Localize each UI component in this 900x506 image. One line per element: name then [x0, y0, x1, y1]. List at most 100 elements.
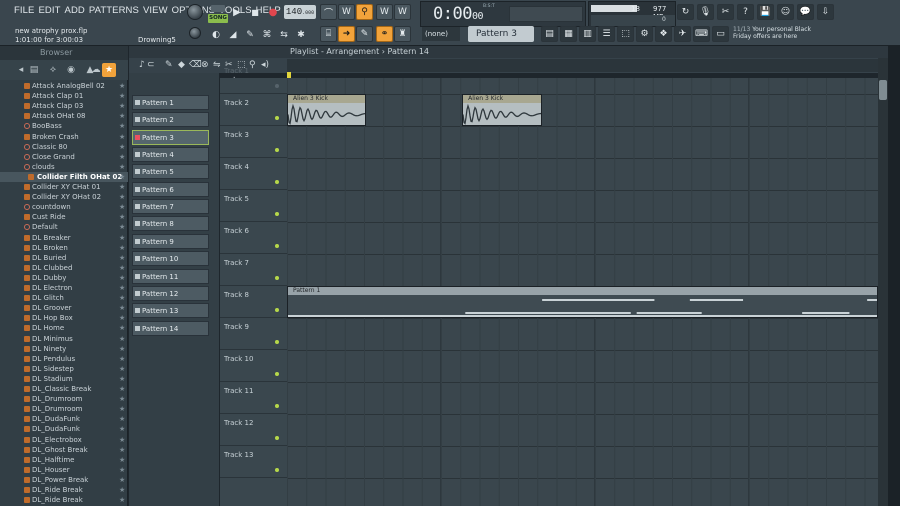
pattern-clip[interactable]: Pattern 1 [287, 286, 878, 318]
browser-item[interactable]: DL Sidestep ★ [0, 364, 128, 374]
favorite-star-icon[interactable]: ★ [119, 435, 125, 445]
browser-item[interactable]: DL Electron ★ [0, 283, 128, 293]
pattern-item[interactable]: Pattern 13 [132, 303, 209, 319]
menu-edit[interactable]: EDIT [38, 5, 60, 19]
snap-3-icon[interactable]: ⚲ [356, 4, 373, 20]
track-enable-indicator[interactable] [275, 436, 279, 440]
browser-item[interactable]: Collider XY CHat 01 ★ [0, 182, 128, 192]
download-icon[interactable]: ⇩ [817, 4, 834, 20]
track-enable-indicator[interactable] [275, 372, 279, 376]
favorite-star-icon[interactable]: ★ [119, 222, 125, 232]
track-header[interactable]: Track 1 [220, 62, 287, 94]
track-header[interactable]: Track 10 [220, 350, 287, 382]
countdown-icon[interactable]: ◢ [226, 28, 240, 42]
track-enable-indicator[interactable] [275, 468, 279, 472]
favorite-star-icon[interactable]: ★ [119, 233, 125, 243]
favorite-star-icon[interactable]: ★ [119, 445, 125, 455]
undo-icon[interactable]: ↻ [677, 4, 694, 20]
browser-item[interactable]: DL Hop Box ★ [0, 313, 128, 323]
favorite-star-icon[interactable]: ★ [119, 81, 125, 91]
favorite-star-icon[interactable]: ★ [119, 243, 125, 253]
track-enable-indicator[interactable] [275, 340, 279, 344]
track-header[interactable]: Track 2 [220, 94, 287, 126]
pattern-selector[interactable]: Pattern 3 [468, 26, 534, 42]
favorite-star-icon[interactable]: ★ [119, 344, 125, 354]
track-enable-indicator[interactable] [275, 244, 279, 248]
touch-keyboard-icon[interactable]: ⌨ [693, 26, 710, 42]
favorite-star-icon[interactable]: ★ [119, 404, 125, 414]
pattern-item[interactable]: Pattern 12 [132, 285, 209, 301]
save-icon[interactable]: 💾 [757, 4, 774, 20]
track-header[interactable]: Track 6 [220, 222, 287, 254]
arrow-right-icon[interactable]: ➜ [338, 26, 355, 42]
song-mode-button[interactable]: SONG [208, 14, 228, 23]
favorite-star-icon[interactable]: ★ [119, 475, 125, 485]
pattern-item[interactable]: Pattern 9 [132, 233, 209, 249]
favorite-star-icon[interactable]: ★ [119, 172, 125, 182]
loop-record-icon[interactable]: ⇆ [277, 28, 291, 42]
pencil-icon[interactable]: ✎ [165, 58, 173, 73]
step-edit-icon[interactable]: ⌘ [260, 28, 274, 42]
browser-item[interactable]: DL Broken ★ [0, 243, 128, 253]
favorite-star-icon[interactable]: ★ [119, 313, 125, 323]
mic-icon[interactable]: 🎙 [697, 4, 714, 20]
favorite-star-icon[interactable]: ★ [119, 485, 125, 495]
favorite-star-icon[interactable]: ★ [119, 253, 125, 263]
favorite-star-icon[interactable]: ★ [119, 293, 125, 303]
favorite-star-icon[interactable]: ★ [119, 354, 125, 364]
browser-icon[interactable]: ⬚ [617, 26, 634, 42]
favorite-star-icon[interactable]: ★ [119, 303, 125, 313]
tempo-display[interactable]: 140.000 [284, 5, 316, 19]
browser-item[interactable]: DL_Houser ★ [0, 465, 128, 475]
favorite-star-icon[interactable]: ★ [119, 101, 125, 111]
favorite-star-icon[interactable]: ★ [119, 273, 125, 283]
snap-dropdown[interactable]: (none) [422, 27, 460, 41]
pattern-item[interactable]: Pattern 8 [132, 216, 209, 232]
browser-item[interactable]: DL Groover ★ [0, 303, 128, 313]
browser-item[interactable]: DL Home ★ [0, 323, 128, 333]
menu-file[interactable]: FILE [14, 5, 34, 19]
tools-icon[interactable]: ✂ [717, 4, 734, 20]
browser-item[interactable]: DL Minimus ★ [0, 334, 128, 344]
snap-4-icon[interactable]: W [376, 4, 393, 20]
track-header[interactable]: Track 11 [220, 382, 287, 414]
browser-item[interactable]: Default ★ [0, 222, 128, 232]
track-header[interactable]: Track 13 [220, 446, 287, 478]
menu-view[interactable]: VIEW [143, 5, 168, 19]
favorite-star-icon[interactable]: ★ [119, 323, 125, 333]
track-header[interactable]: Track 3 [220, 126, 287, 158]
browser-item[interactable]: BooBass ★ [0, 121, 128, 131]
chat-icon[interactable]: 💬 [797, 4, 814, 20]
pattern-item[interactable]: Pattern 6 [132, 181, 209, 197]
track-enable-indicator[interactable] [275, 148, 279, 152]
favorite-star-icon[interactable]: ★ [119, 263, 125, 273]
browser-item[interactable]: DL_Halftime ★ [0, 455, 128, 465]
menu-add[interactable]: ADD [65, 5, 85, 19]
browser-item[interactable]: DL Ninety ★ [0, 344, 128, 354]
track-header[interactable]: Track 5 [220, 190, 287, 222]
favorite-star-icon[interactable]: ★ [119, 374, 125, 384]
browser-item[interactable]: DL_Electrobox ★ [0, 435, 128, 445]
time-display[interactable]: 0:0000 B:S:T [420, 1, 586, 27]
video-icon[interactable]: ▭ [712, 26, 729, 42]
piano-roll-icon[interactable]: ▥ [579, 26, 596, 42]
pianoroll-icon[interactable]: ⌸ [320, 26, 337, 42]
mute-icon[interactable]: ⊗ [201, 58, 209, 73]
favorite-star-icon[interactable]: ★ [119, 111, 125, 121]
pattern-item[interactable]: Pattern 2 [132, 112, 209, 128]
play-icon[interactable]: ▶ [230, 5, 244, 19]
vertical-scrollbar[interactable] [878, 58, 888, 506]
snap-1-icon[interactable]: ⌒ [320, 4, 337, 20]
blend-notes-icon[interactable]: ✎ [243, 28, 257, 42]
track-enable-indicator[interactable] [275, 180, 279, 184]
pattern-item[interactable]: Pattern 14 [132, 320, 209, 336]
track-enable-indicator[interactable] [275, 276, 279, 280]
pattern-item[interactable]: Pattern 4 [132, 147, 209, 163]
browser-item[interactable]: DL Breaker ★ [0, 233, 128, 243]
plugin-db-icon[interactable]: ❖ [655, 26, 672, 42]
favorite-star-icon[interactable]: ★ [119, 182, 125, 192]
mixer-icon[interactable]: ▤ [541, 26, 558, 42]
playlist-icon[interactable]: ☰ [598, 26, 615, 42]
browser-item[interactable]: DL_Power Break ★ [0, 475, 128, 485]
browser-item[interactable]: Collider XY OHat 02 ★ [0, 192, 128, 202]
